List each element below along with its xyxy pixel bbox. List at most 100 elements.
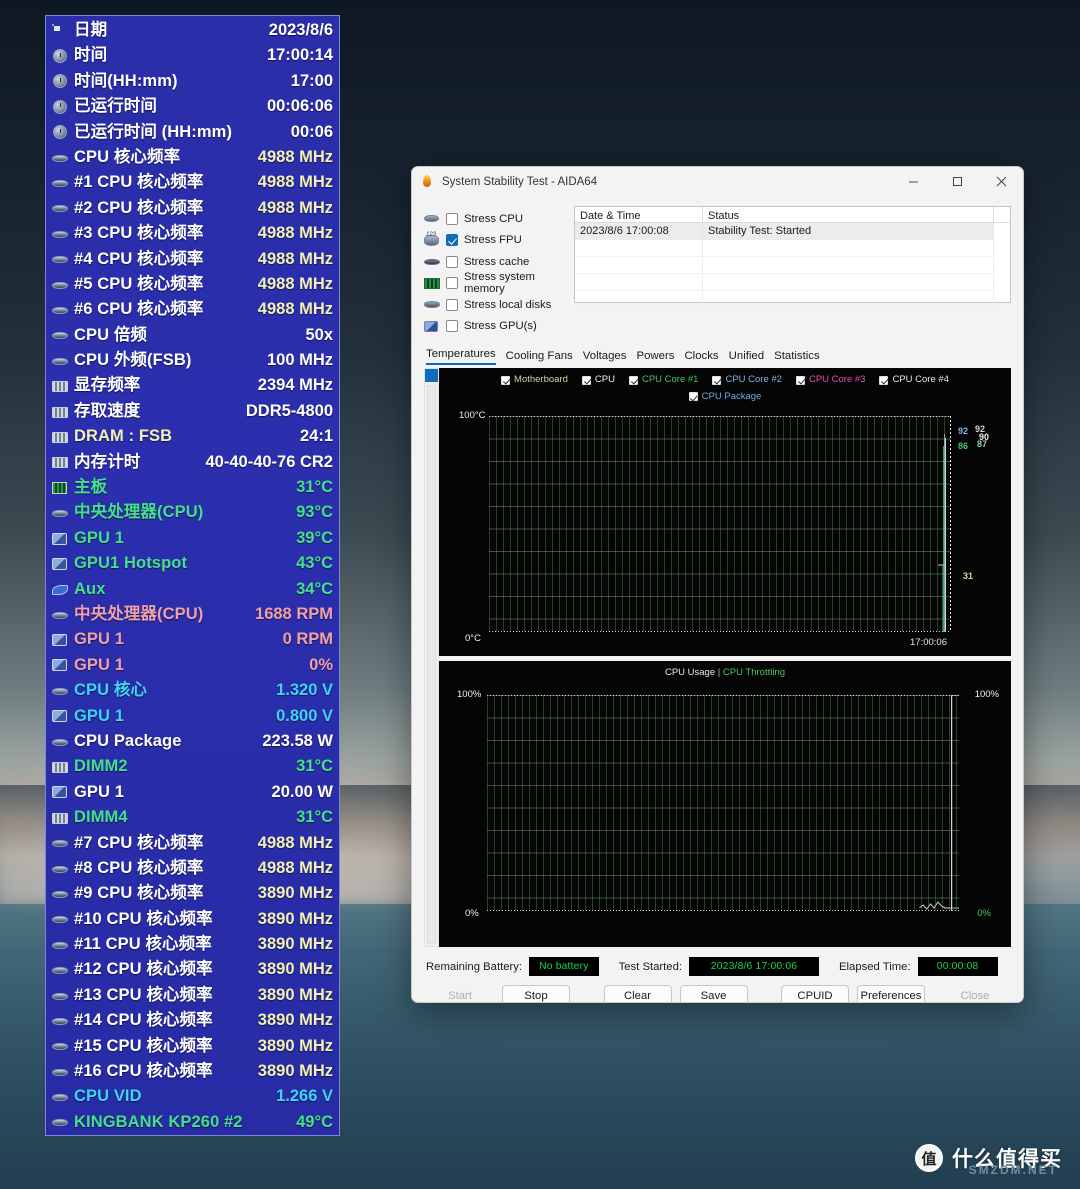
tab-voltages[interactable]: Voltages <box>583 350 627 365</box>
stress-checkbox[interactable] <box>446 277 458 289</box>
stress-and-log-area: Stress CPU Stress FPU Stress cache Stress s… <box>424 206 1011 339</box>
sensor-row: GPU 1 0 RPM <box>52 627 333 652</box>
stress-option-row[interactable]: Stress system memory <box>424 271 564 295</box>
legend-item[interactable]: Motherboard <box>501 373 568 387</box>
sensor-label: 时间 <box>74 46 108 65</box>
legend-checkbox[interactable] <box>879 375 889 385</box>
stress-option-row[interactable]: Stress cache <box>424 253 564 270</box>
maximize-button[interactable] <box>935 167 979 196</box>
stress-option-row[interactable]: Stress FPU <box>424 232 564 249</box>
stress-checkbox[interactable] <box>446 298 458 311</box>
sensor-value: 4988 MHz <box>257 833 333 852</box>
sensor-value: 00:06:06 <box>266 97 333 116</box>
legend-separator: | <box>715 667 723 678</box>
sensor-row: 已运行时间 00:06:06 <box>52 94 333 119</box>
stress-option-row[interactable]: Stress GPU(s) <box>424 318 564 335</box>
legend-item[interactable]: CPU Core #2 <box>712 373 782 387</box>
sensor-row: CPU 倍频 50x <box>52 323 333 348</box>
sensor-value: 39°C <box>296 528 333 547</box>
graph-tabs[interactable]: Temperatures Cooling Fans Voltages Powers Cl… <box>424 348 1011 365</box>
log-spacer <box>994 222 1010 240</box>
sensor-value: 3890 MHz <box>257 909 333 928</box>
legend-checkbox[interactable] <box>712 375 722 385</box>
gpu-icon <box>52 658 69 672</box>
close-button[interactable] <box>979 167 1023 196</box>
status-log-table[interactable]: Date & Time Status 2023/8/6 17:00:08 Stab… <box>574 206 1011 308</box>
sensor-row: Aux 34°C <box>52 577 333 602</box>
clock-icon <box>52 99 69 114</box>
preferences-button[interactable]: Preferences <box>857 985 925 1002</box>
sensor-value: 40-40-40-76 CR2 <box>205 452 334 471</box>
tab-statistics[interactable]: Statistics <box>774 350 820 365</box>
window-titlebar[interactable]: System Stability Test - AIDA64 <box>412 167 1023 196</box>
stress-option-row[interactable]: Stress local disks <box>424 296 564 313</box>
cpu-icon <box>52 1014 69 1028</box>
sensor-label: CPU 外频(FSB) <box>74 351 192 370</box>
legend-checkbox[interactable] <box>628 375 638 385</box>
log-header-status: Status <box>703 207 994 222</box>
cpu-usage-graph[interactable]: CPU Usage | CPU Throttling 100% 0% 100% … <box>439 661 1011 947</box>
legend-item[interactable]: CPU Core #1 <box>628 373 698 387</box>
legend-label: CPU Usage <box>664 667 716 678</box>
sensor-row: #8 CPU 核心频率 4988 MHz <box>52 856 333 881</box>
sensor-label: CPU VID <box>74 1087 142 1106</box>
sensor-label: GPU 1 <box>74 782 125 801</box>
legend-item[interactable]: CPU Core #3 <box>795 373 865 387</box>
sensor-label: 中央处理器(CPU) <box>74 503 204 522</box>
tab-clocks[interactable]: Clocks <box>684 350 718 365</box>
scrollbar-thumb[interactable] <box>425 369 438 382</box>
stress-checkbox[interactable] <box>446 212 458 225</box>
gpu-icon <box>52 709 69 723</box>
calendar-icon <box>52 23 69 38</box>
stop-button[interactable]: Stop <box>502 985 570 1002</box>
aida64-sensor-panel[interactable]: 日期 2023/8/6 时间 17:00:14 时间(HH:mm) 17:00 已运行时间 0… <box>45 15 340 1136</box>
sensor-value: 93°C <box>296 503 333 522</box>
save-button[interactable]: Save <box>679 985 748 1002</box>
sensor-value: 0% <box>309 655 333 674</box>
temperatures-graph[interactable]: Motherboard CPU CPU Core #1 CPU Core #2 CPU … <box>439 368 1011 656</box>
tab-cooling-fans[interactable]: Cooling Fans <box>506 350 573 365</box>
legend-item[interactable]: CPU <box>581 373 615 387</box>
table-row[interactable]: 2023/8/6 17:00:08 Stability Test: Started <box>575 222 1010 240</box>
sensor-value: 3890 MHz <box>257 1062 333 1081</box>
stress-checkbox[interactable] <box>446 320 458 332</box>
legend-checkbox[interactable] <box>688 392 698 401</box>
usage-bottom-ticks <box>487 910 959 911</box>
graphs-scrollbar[interactable] <box>424 368 439 947</box>
cpuid-button[interactable]: CPUID <box>781 985 849 1002</box>
clock-icon <box>52 125 69 140</box>
test-started-value: 2023/8/6 17:00:06 <box>689 957 820 976</box>
clear-button[interactable]: Clear <box>603 985 672 1002</box>
stress-checkbox[interactable] <box>446 234 458 246</box>
legend-checkbox[interactable] <box>501 375 511 385</box>
sensor-row: CPU 外频(FSB) 100 MHz <box>52 348 333 373</box>
cpu-icon <box>52 1039 69 1053</box>
system-stability-test-window[interactable]: System Stability Test - AIDA64 Stress CP… <box>411 166 1024 1003</box>
sensor-row: 中央处理器(CPU) 1688 RPM <box>52 602 333 627</box>
gpu-icon <box>52 557 69 571</box>
sensor-label: CPU 核心 <box>74 681 148 700</box>
battery-value: No battery <box>529 957 599 976</box>
sensor-label: 已运行时间 (HH:mm) <box>74 122 233 141</box>
legend-item[interactable]: CPU Package <box>688 390 761 404</box>
sensor-label: GPU 1 <box>74 528 125 547</box>
tab-powers[interactable]: Powers <box>636 350 674 365</box>
tab-unified[interactable]: Unified <box>729 350 764 365</box>
sensor-label: Aux <box>74 579 106 598</box>
legend-checkbox[interactable] <box>795 375 805 385</box>
sensor-row: #5 CPU 核心频率 4988 MHz <box>52 272 333 297</box>
legend-item[interactable]: CPU Core #4 <box>879 373 949 387</box>
sensor-label: GPU 1 <box>74 706 125 725</box>
log-header-datetime: Date & Time <box>575 207 703 222</box>
tab-temperatures[interactable]: Temperatures <box>426 348 496 365</box>
scrollbar-track[interactable] <box>427 385 436 944</box>
stress-checkbox[interactable] <box>446 255 458 268</box>
sensor-value: 4988 MHz <box>257 274 333 293</box>
legend-checkbox[interactable] <box>581 375 591 385</box>
cpu-icon <box>52 303 69 317</box>
stress-option-row[interactable]: Stress CPU <box>424 210 564 227</box>
sensor-value: 43°C <box>296 554 333 573</box>
dimm-icon <box>52 811 69 825</box>
minimize-button[interactable] <box>891 167 935 196</box>
table-row-empty <box>575 273 1010 291</box>
